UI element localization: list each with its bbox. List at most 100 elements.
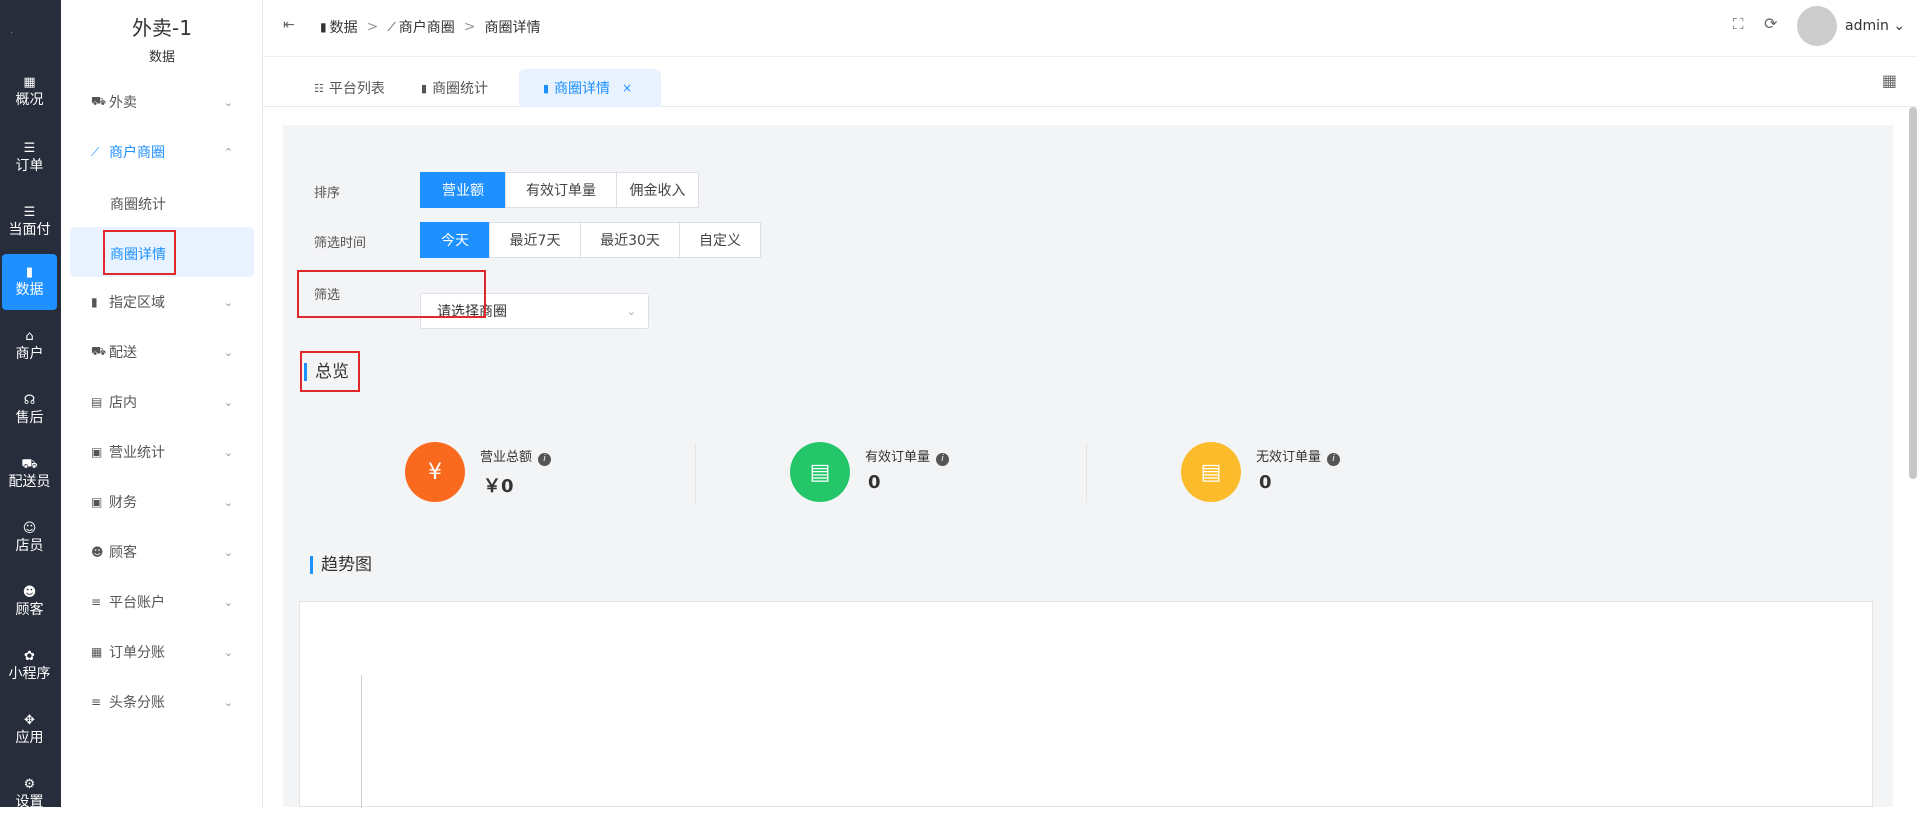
rail-item-overview[interactable]: ▦ 概况 [2, 64, 57, 120]
sidebar-item-order-split[interactable]: ▦ 订单分账 ⌄ [91, 637, 263, 667]
breadcrumb-item[interactable]: 数据 [330, 17, 358, 37]
tab-circle-stats[interactable]: ▮ 商圈统计 [406, 69, 503, 107]
rail-label: 设置 [15, 794, 44, 810]
content-panel: 排序 营业额 有效订单量 佣金收入 筛选时间 今天 最近7天 最近30天 自定义… [283, 125, 1893, 808]
rail-item-after-sales[interactable]: ☊ 售后 [2, 382, 57, 438]
trend-chart [299, 601, 1873, 808]
time-30days-button[interactable]: 最近30天 [580, 222, 680, 258]
highlight-box [297, 270, 486, 318]
rail-item-data[interactable]: ▮ 数据 [2, 254, 57, 310]
sidebar-item-region[interactable]: ▮ 指定区域 ⌄ [91, 287, 263, 317]
chevron-up-icon: ⌃ [223, 145, 233, 159]
chevron-down-icon: ⌄ [223, 495, 233, 509]
rail-item-merchant[interactable]: ⌂ 商户 [2, 318, 57, 374]
sidebar-subitem-circle-stats[interactable]: 商圈统计 [110, 194, 166, 214]
sidebar-item-label: 店内 [109, 395, 137, 411]
info-icon[interactable]: i [538, 453, 552, 466]
scrollbar[interactable] [1909, 107, 1917, 479]
refresh-icon[interactable]: ⟳ [1764, 14, 1777, 33]
time-custom-button[interactable]: 自定义 [679, 222, 761, 258]
rail-item-customer[interactable]: ☻ 顾客 [2, 574, 57, 630]
rail-dot: · [10, 28, 14, 39]
info-icon[interactable]: i [1327, 453, 1341, 466]
rail-item-face-pay[interactable]: ☰ 当面付 [2, 194, 57, 250]
sort-commission-button[interactable]: 佣金收入 [616, 172, 699, 208]
bag-icon: ▣ [91, 445, 103, 459]
rail-item-apps[interactable]: ✥ 应用 [2, 702, 57, 758]
chevron-down-icon: ⌄ [223, 395, 233, 409]
close-icon[interactable]: × [622, 81, 632, 95]
sidebar-item-label: 配送 [109, 345, 137, 361]
avatar[interactable] [1797, 6, 1837, 46]
apps-icon: ✥ [24, 713, 35, 728]
rail-item-staff[interactable]: ☺ 店员 [2, 510, 57, 566]
breadcrumb-item[interactable]: 商户商圈 [399, 17, 455, 37]
users-icon: ☺ [22, 521, 37, 536]
collapse-icon[interactable]: ⇤ [283, 17, 295, 33]
stat-total-revenue: ¥ 营业总额 i ￥0 [405, 442, 605, 502]
rail-label: 顾客 [15, 602, 44, 618]
rail-item-orders[interactable]: ☰ 订单 [2, 130, 57, 186]
sidebar-item-in-store[interactable]: ▤ 店内 ⌄ [91, 387, 263, 417]
stat-label: 营业总额 i [480, 446, 552, 466]
user-circle-icon: ☻ [22, 585, 37, 600]
time-today-button[interactable]: 今天 [420, 222, 490, 258]
rail-label: 小程序 [8, 666, 51, 682]
sidebar-item-delivery[interactable]: ⛟ 配送 ⌄ [91, 337, 263, 367]
split-icon: ▦ [91, 645, 103, 659]
rail-label: 店员 [15, 538, 44, 554]
tab-platform-list[interactable]: ☷ 平台列表 [299, 69, 400, 107]
time-filter-label: 筛选时间 [314, 236, 367, 251]
sidebar-item-label: 指定区域 [109, 295, 165, 311]
tab-circle-detail[interactable]: ▮ 商圈详情 × [519, 69, 661, 107]
list-icon: ☰ [23, 141, 36, 156]
wallet-icon: ▣ [91, 495, 103, 509]
rail-item-courier[interactable]: ⛟ 配送员 [2, 446, 57, 502]
rail-label: 订单 [15, 158, 44, 174]
sidebar-item-takeout[interactable]: ⛟ 外卖 ⌄ [91, 87, 263, 117]
sort-revenue-button[interactable]: 营业额 [420, 172, 506, 208]
sidebar-item-merchant-circle[interactable]: ⟋ 商户商圈 ⌃ [91, 137, 263, 167]
sidebar-item-customer[interactable]: ☻ 顾客 ⌄ [91, 537, 263, 567]
time-button-group: 今天 最近7天 最近30天 自定义 [420, 222, 761, 258]
stat-label-text: 无效订单量 [1256, 450, 1322, 465]
highlight-box [300, 351, 360, 392]
stat-label: 有效订单量 i [865, 446, 950, 466]
account-icon: ≡ [91, 595, 102, 609]
sidebar-item-business-stats[interactable]: ▣ 营业统计 ⌄ [91, 437, 263, 467]
grid-icon[interactable]: ▦ [1882, 71, 1897, 90]
chevron-down-icon: ⌄ [223, 695, 233, 709]
main-content: 排序 营业额 有效订单量 佣金收入 筛选时间 今天 最近7天 最近30天 自定义… [263, 107, 1917, 808]
sort-valid-orders-button[interactable]: 有效订单量 [505, 172, 617, 208]
chevron-down-icon: ⌄ [223, 595, 233, 609]
scooter-icon: ⛟ [21, 457, 38, 472]
rail-label: 概况 [15, 92, 44, 108]
rail-item-mini-program[interactable]: ✿ 小程序 [2, 638, 57, 694]
headset-icon: ☊ [23, 393, 36, 408]
sub-sidebar: 外卖-1 数据 ⛟ 外卖 ⌄ ⟋ 商户商圈 ⌃ 商圈统计 商圈详情 ▮ 指定区域… [61, 0, 263, 807]
time-7days-button[interactable]: 最近7天 [489, 222, 581, 258]
sidebar-item-label: 商户商圈 [109, 145, 165, 161]
store-icon: ▤ [91, 395, 103, 409]
sidebar-item-label: 外卖 [109, 95, 137, 111]
chevron-down-icon: ⌄ [626, 304, 636, 318]
stat-label-text: 有效订单量 [865, 450, 931, 465]
sort-button-group: 营业额 有效订单量 佣金收入 [420, 172, 699, 208]
wechat-icon: ✿ [24, 649, 35, 664]
info-icon[interactable]: i [936, 453, 950, 466]
rail-label: 售后 [15, 410, 44, 426]
fullscreen-icon[interactable]: ⛶ [1733, 15, 1744, 33]
stat-invalid-orders: ▤ 无效订单量 i 0 [1181, 442, 1381, 502]
sidebar-item-toutiao-split[interactable]: ≡ 头条分账 ⌄ [91, 687, 263, 717]
divider [1086, 443, 1087, 503]
stat-value: ￥0 [483, 476, 514, 497]
sidebar-item-finance[interactable]: ▣ 财务 ⌄ [91, 487, 263, 517]
rail-item-settings[interactable]: ⚙ 设置 [2, 766, 57, 822]
user-menu[interactable]: admin ⌄ [1845, 18, 1905, 34]
sidebar-item-platform-account[interactable]: ≡ 平台账户 ⌄ [91, 587, 263, 617]
sidebar-item-label: 订单分账 [109, 645, 165, 661]
sidebar-item-label: 营业统计 [109, 445, 165, 461]
list-icon: ☰ [23, 205, 36, 220]
stat-label-text: 营业总额 [480, 450, 533, 465]
stat-value: 0 [1259, 472, 1272, 493]
